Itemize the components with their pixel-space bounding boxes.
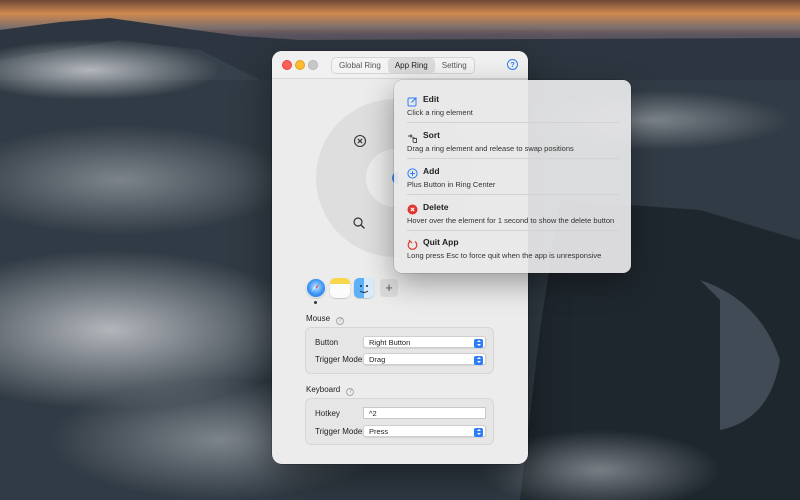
close-circle-icon[interactable] — [352, 133, 368, 149]
chevron-updown-icon — [474, 427, 483, 437]
tab-segmented-control: Global Ring App Ring Setting — [331, 57, 475, 74]
mouse-trigger-mode-value: Drag — [369, 355, 386, 364]
button-select[interactable]: Right Button — [363, 336, 486, 348]
trigger-mode-label: Trigger Mode — [315, 355, 363, 364]
help-popover: Edit Click a ring element Sort Drag a ri… — [394, 80, 631, 273]
button-select-value: Right Button — [369, 338, 411, 347]
mouse-section-label: Mouse — [306, 314, 331, 323]
finder-app-icon[interactable] — [354, 278, 374, 298]
mouse-settings-group: Button Right Button Trigger Mode Drag — [305, 327, 494, 374]
keyboard-settings-group: Hotkey ^2 Trigger Mode Press — [305, 398, 494, 445]
tab-app-ring[interactable]: App Ring — [387, 58, 435, 73]
help-item-desc: Click a ring element — [407, 108, 473, 117]
help-item-desc: Long press Esc to force quit when the ap… — [407, 251, 602, 260]
help-item-desc: Plus Button in Ring Center — [407, 180, 496, 189]
safari-app-icon[interactable] — [306, 278, 326, 298]
swap-hand-icon — [407, 130, 418, 143]
button-label: Button — [315, 338, 339, 347]
help-item-title: Quit App — [423, 237, 459, 247]
help-item-title: Delete — [423, 202, 449, 212]
chevron-updown-icon — [474, 355, 483, 365]
help-item-title: Add — [423, 166, 440, 176]
keyboard-section: Keyboard? — [306, 385, 355, 396]
help-item-title: Edit — [423, 94, 440, 104]
hotkey-label: Hotkey — [315, 409, 340, 418]
close-window-button[interactable] — [282, 60, 292, 70]
keyboard-section-label: Keyboard — [306, 385, 341, 394]
mouse-section: Mouse? — [306, 314, 345, 325]
trigger-mode-label: Trigger Mode — [315, 427, 363, 436]
delete-circle-icon — [407, 202, 418, 215]
selected-indicator — [314, 301, 317, 304]
title-bar: Global Ring App Ring Setting ? — [272, 51, 528, 79]
tab-global-ring[interactable]: Global Ring — [332, 58, 388, 73]
mouse-trigger-mode-select[interactable]: Drag — [363, 353, 486, 365]
help-item-desc: Drag a ring element and release to swap … — [407, 144, 574, 153]
divider — [407, 158, 619, 159]
notes-app-icon[interactable] — [330, 278, 350, 298]
chevron-updown-icon — [474, 338, 483, 348]
search-icon[interactable] — [351, 215, 367, 231]
keyboard-trigger-mode-select[interactable]: Press — [363, 425, 486, 437]
help-item-desc: Hover over the element for 1 second to s… — [407, 216, 615, 225]
divider — [407, 194, 619, 195]
zoom-window-button[interactable] — [308, 60, 318, 70]
help-item-title: Sort — [423, 130, 440, 140]
edit-icon — [407, 94, 418, 107]
add-app-button[interactable]: + — [380, 279, 398, 297]
quit-icon — [407, 237, 418, 250]
keyboard-trigger-mode-value: Press — [369, 427, 389, 436]
divider — [407, 122, 619, 123]
plus-circle-icon — [407, 166, 418, 179]
info-icon[interactable]: ? — [346, 388, 355, 396]
divider — [407, 230, 619, 231]
hotkey-field[interactable]: ^2 — [363, 407, 486, 419]
info-icon[interactable]: ? — [336, 317, 345, 325]
tab-setting[interactable]: Setting — [435, 58, 474, 73]
app-list: + — [306, 278, 398, 298]
minimize-window-button[interactable] — [295, 60, 305, 70]
question-circle-icon[interactable]: ? — [507, 59, 518, 70]
